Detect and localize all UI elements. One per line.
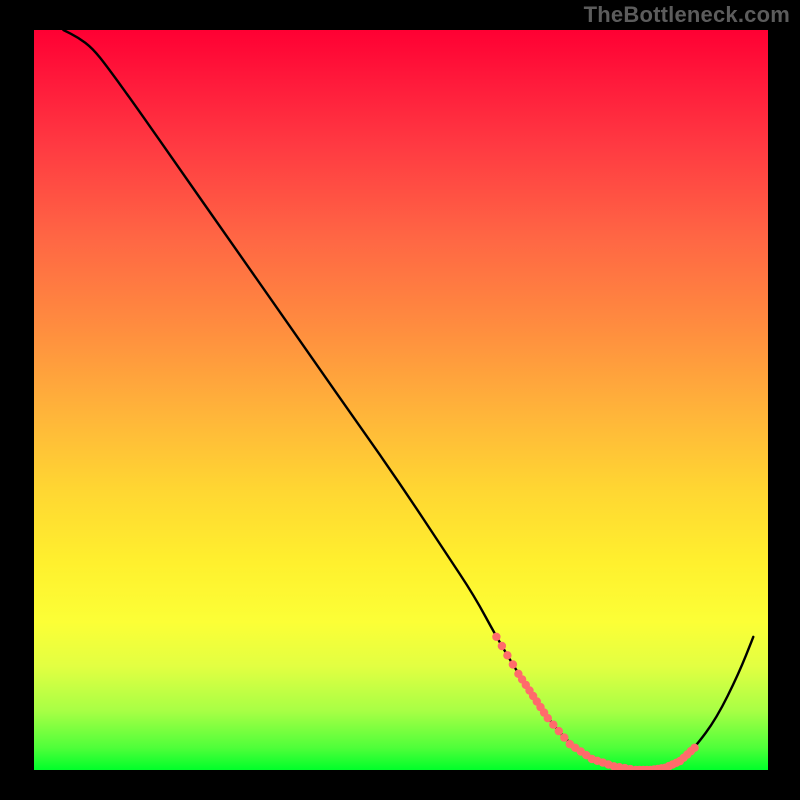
dotted-region-group xyxy=(492,633,699,770)
dotted-region-dot xyxy=(492,633,500,641)
dotted-region-layer xyxy=(34,30,768,770)
dotted-region-dot xyxy=(544,714,552,722)
dotted-region-dot xyxy=(555,727,563,735)
chart-frame: TheBottleneck.com xyxy=(0,0,800,800)
dotted-region-dot xyxy=(560,733,568,741)
dotted-region-dot xyxy=(549,721,557,729)
dotted-region-dot xyxy=(503,651,511,659)
plot-area xyxy=(34,30,768,770)
dotted-region-dot xyxy=(509,660,517,668)
watermark-text: TheBottleneck.com xyxy=(584,2,790,28)
dotted-region-dot xyxy=(690,744,698,752)
dotted-region-dot xyxy=(498,642,506,650)
